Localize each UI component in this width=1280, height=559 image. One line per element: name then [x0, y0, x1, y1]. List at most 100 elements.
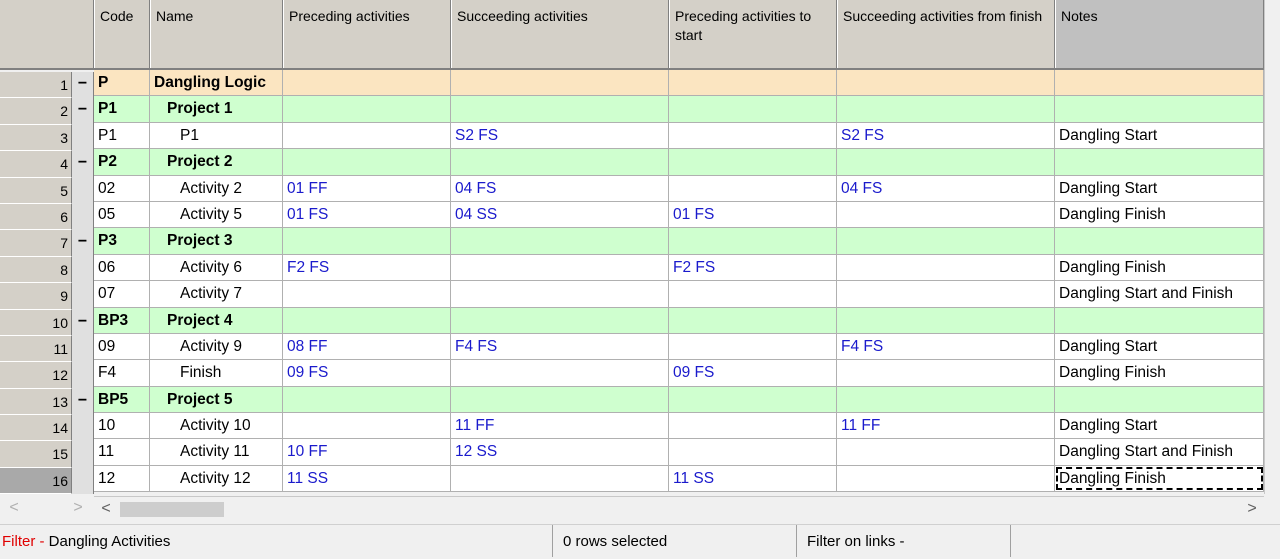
row-header[interactable]: 3	[0, 124, 94, 152]
cell-preceding[interactable]: 09 FS	[283, 360, 451, 386]
cell-preceding-to-start[interactable]	[669, 122, 837, 149]
row-number[interactable]: 13	[0, 388, 72, 416]
row-header[interactable]: 7−	[0, 230, 94, 257]
cell-code[interactable]: 06	[94, 254, 150, 281]
table-row[interactable]: BP3 Project 4	[94, 307, 1264, 334]
column-header-preceding-to-start[interactable]: Preceding activities to start	[669, 0, 837, 68]
cell-name[interactable]: Project 2	[150, 149, 283, 175]
cell-name[interactable]: Activity 7	[150, 281, 283, 307]
cell-succeeding-from-finish[interactable]	[837, 228, 1055, 254]
row-header[interactable]: 9	[0, 283, 94, 310]
table-row[interactable]: 02 Activity 2 01 FF 04 FS 04 FS Dangling Star…	[94, 175, 1264, 202]
cell-code[interactable]: 09	[94, 333, 150, 360]
cell-preceding-to-start[interactable]	[669, 333, 837, 360]
table-row[interactable]: 11 Activity 11 10 FF 12 SS Dangling Start an…	[94, 439, 1264, 466]
cell-name[interactable]: Activity 9	[150, 333, 283, 360]
row-number[interactable]: 11	[0, 335, 72, 363]
cell-notes[interactable]: Dangling Start	[1055, 122, 1264, 149]
cell-preceding-to-start[interactable]	[669, 307, 837, 333]
cell-preceding[interactable]: 01 FF	[283, 175, 451, 201]
cell-succeeding-from-finish[interactable]	[837, 281, 1055, 307]
row-number[interactable]: 9	[0, 283, 72, 310]
row-number[interactable]: 2	[0, 98, 72, 125]
row-number[interactable]: 15	[0, 441, 72, 468]
cell-name[interactable]: Activity 2	[150, 175, 283, 201]
row-header[interactable]: 2−	[0, 98, 94, 125]
cell-code[interactable]: BP3	[94, 307, 150, 333]
cell-code[interactable]: 02	[94, 175, 150, 201]
cell-code[interactable]: BP5	[94, 386, 150, 413]
cell-notes[interactable]: Dangling Finish	[1055, 201, 1264, 228]
cell-preceding[interactable]: 01 FS	[283, 201, 451, 228]
cell-preceding-to-start[interactable]: 01 FS	[669, 201, 837, 228]
cell-preceding[interactable]	[283, 281, 451, 307]
cell-preceding-to-start[interactable]: F2 FS	[669, 254, 837, 281]
row-header[interactable]: 8	[0, 256, 94, 284]
row-number[interactable]: 14	[0, 415, 72, 442]
cell-name[interactable]: Project 4	[150, 307, 283, 333]
cell-preceding[interactable]	[283, 149, 451, 175]
cell-code[interactable]: P1	[94, 96, 150, 122]
scroll-right-arrow-icon[interactable]: >	[1242, 499, 1262, 519]
scrollbar-thumb[interactable]	[120, 502, 224, 517]
cell-succeeding[interactable]	[451, 70, 669, 96]
cell-name[interactable]: Activity 6	[150, 254, 283, 281]
cell-code[interactable]: 10	[94, 413, 150, 439]
cell-succeeding-from-finish[interactable]	[837, 149, 1055, 175]
cell-code[interactable]: P1	[94, 122, 150, 149]
cell-succeeding[interactable]	[451, 281, 669, 307]
cell-preceding[interactable]	[283, 228, 451, 254]
cell-code[interactable]: F4	[94, 360, 150, 386]
scroll-left-arrow-icon[interactable]: <	[96, 499, 116, 519]
cell-code[interactable]: 07	[94, 281, 150, 307]
cell-name[interactable]: Activity 11	[150, 439, 283, 465]
row-number[interactable]: 7	[0, 230, 72, 257]
row-number[interactable]: 4	[0, 151, 72, 178]
cell-notes[interactable]: Dangling Start	[1055, 413, 1264, 439]
cell-preceding-to-start[interactable]	[669, 386, 837, 413]
cell-preceding-to-start[interactable]	[669, 149, 837, 175]
cell-succeeding[interactable]	[451, 386, 669, 413]
cell-name[interactable]: P1	[150, 122, 283, 149]
row-header[interactable]: 1−	[0, 72, 94, 99]
cell-succeeding-from-finish[interactable]	[837, 439, 1055, 465]
row-number[interactable]: 8	[0, 256, 72, 284]
cell-notes[interactable]: Dangling Start and Finish	[1055, 281, 1264, 307]
cell-notes[interactable]	[1055, 96, 1264, 122]
table-row[interactable]: P1 P1 S2 FS S2 FS Dangling Start	[94, 122, 1264, 150]
cell-succeeding-from-finish[interactable]	[837, 386, 1055, 413]
cell-preceding[interactable]	[283, 413, 451, 439]
cell-name[interactable]: Project 5	[150, 386, 283, 413]
row-header[interactable]: 5	[0, 177, 94, 204]
cell-notes[interactable]: Dangling Finish	[1055, 360, 1264, 386]
cell-succeeding[interactable]: 04 FS	[451, 175, 669, 201]
row-number[interactable]: 5	[0, 177, 72, 204]
cell-code[interactable]: 05	[94, 201, 150, 228]
cell-succeeding-from-finish[interactable]	[837, 70, 1055, 96]
cell-notes[interactable]	[1055, 228, 1264, 254]
table-row[interactable]: 09 Activity 9 08 FF F4 FS F4 FS Dangling Star…	[94, 333, 1264, 361]
cell-notes[interactable]: Dangling Start and Finish	[1055, 439, 1264, 465]
row-number[interactable]: 1	[0, 72, 72, 99]
cell-name[interactable]: Dangling Logic	[150, 70, 283, 96]
collapse-icon[interactable]: −	[72, 72, 94, 99]
column-header-succeeding-from-finish[interactable]: Succeeding activities from finish	[837, 0, 1055, 68]
cell-code[interactable]: P2	[94, 149, 150, 175]
cell-preceding[interactable]	[283, 386, 451, 413]
row-header[interactable]: 4−	[0, 151, 94, 178]
cell-name[interactable]: Finish	[150, 360, 283, 386]
cell-succeeding[interactable]: 04 SS	[451, 201, 669, 228]
cell-code[interactable]: P	[94, 70, 150, 96]
scroll-right-icon[interactable]: >	[68, 498, 88, 518]
row-number[interactable]: 10	[0, 309, 72, 336]
cell-succeeding[interactable]: F4 FS	[451, 333, 669, 360]
cell-succeeding[interactable]: 12 SS	[451, 439, 669, 465]
cell-succeeding[interactable]	[451, 149, 669, 175]
cell-succeeding[interactable]	[451, 465, 669, 492]
table-row[interactable]: F4 Finish 09 FS 09 FS Dangling Finish	[94, 360, 1264, 387]
cell-succeeding[interactable]: 11 FF	[451, 413, 669, 439]
row-number[interactable]: 6	[0, 203, 72, 231]
cell-preceding-to-start[interactable]	[669, 413, 837, 439]
cell-preceding-to-start[interactable]: 09 FS	[669, 360, 837, 386]
column-header-succeeding[interactable]: Succeeding activities	[451, 0, 669, 68]
